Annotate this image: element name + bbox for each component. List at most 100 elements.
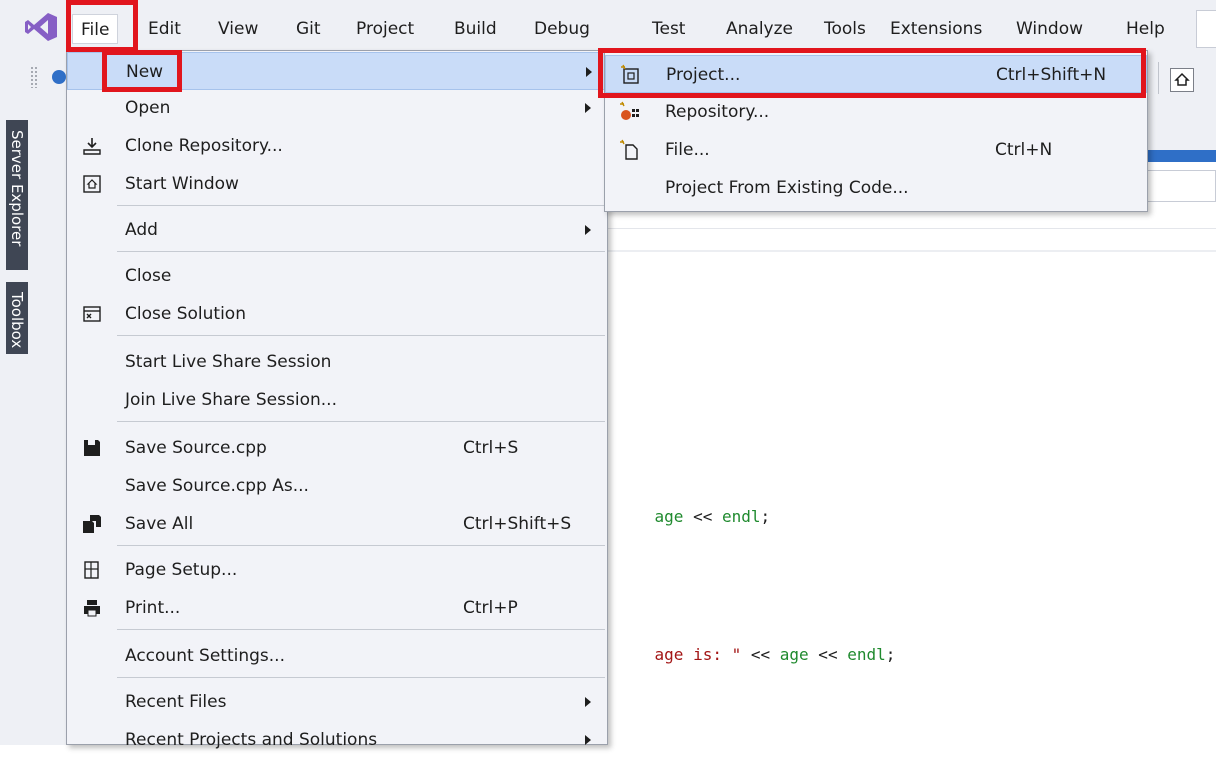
code-token: << xyxy=(808,645,848,664)
menu-window[interactable]: Window xyxy=(1008,14,1091,44)
menu-item-label: Repository... xyxy=(665,102,770,122)
menu-build-label: Build xyxy=(454,19,497,39)
menu-item-recent-projects[interactable]: Recent Projects and Solutions xyxy=(67,721,607,759)
close-solution-icon xyxy=(83,306,101,322)
menu-item-save-source[interactable]: Save Source.cpp Ctrl+S xyxy=(67,429,607,467)
menu-test[interactable]: Test xyxy=(644,14,693,44)
menu-item-add[interactable]: Add xyxy=(67,211,607,249)
code-line[interactable]: age is: " << age << endl; xyxy=(616,622,896,664)
code-token: age xyxy=(654,507,684,526)
menu-edit[interactable]: Edit xyxy=(140,14,189,44)
menu-item-label: Start Window xyxy=(125,174,239,194)
menu-debug-label: Debug xyxy=(534,19,590,39)
menu-tools-label: Tools xyxy=(824,19,866,39)
code-token: ; xyxy=(760,507,771,526)
menu-item-save-all[interactable]: Save All Ctrl+Shift+S xyxy=(67,505,607,543)
editor-divider xyxy=(606,250,1216,252)
menu-item-start-window[interactable]: Start Window xyxy=(67,165,607,203)
menu-item-page-setup[interactable]: Page Setup... xyxy=(67,551,607,589)
server-explorer-label[interactable]: Server Explorer xyxy=(6,120,28,270)
menu-item-label: Start Live Share Session xyxy=(125,352,332,372)
menu-item-new-repository[interactable]: Repository... xyxy=(605,93,1147,131)
page-setup-icon xyxy=(84,561,99,579)
annotation-highlight-project xyxy=(598,48,1146,98)
menu-item-label: Save Source.cpp xyxy=(125,438,267,458)
new-file-icon xyxy=(620,139,638,160)
menu-item-join-live-share[interactable]: Join Live Share Session... xyxy=(67,381,607,419)
menu-item-label: File... xyxy=(665,140,710,160)
menu-git[interactable]: Git xyxy=(288,14,329,44)
menu-item-label: Project From Existing Code... xyxy=(665,178,909,198)
menu-item-label: Save All xyxy=(125,514,194,534)
toolbar-grip-icon[interactable] xyxy=(30,66,38,88)
file-menu: New Open Clone Repository... Start Windo… xyxy=(66,50,608,750)
menu-item-new-file[interactable]: File... Ctrl+N xyxy=(605,131,1147,169)
menu-item-close[interactable]: Close xyxy=(67,257,607,295)
menu-project[interactable]: Project xyxy=(348,14,422,44)
submenu-arrow-icon xyxy=(585,697,591,707)
menu-item-recent-files[interactable]: Recent Files xyxy=(67,683,607,721)
code-line[interactable]: age << endl; xyxy=(616,484,771,526)
annotation-highlight-file xyxy=(66,0,138,52)
menu-item-clone-repository[interactable]: Clone Repository... xyxy=(67,127,607,165)
clone-download-icon xyxy=(83,138,101,155)
menu-separator xyxy=(117,205,605,206)
menu-item-close-solution[interactable]: Close Solution xyxy=(67,295,607,333)
start-window-icon xyxy=(83,175,101,193)
menu-item-account-settings[interactable]: Account Settings... xyxy=(67,637,607,675)
menu-item-label: Close Solution xyxy=(125,304,246,324)
submenu-arrow-icon xyxy=(585,735,591,745)
code-token: age xyxy=(779,645,809,664)
menu-help-label: Help xyxy=(1126,19,1165,39)
toolbar-separator xyxy=(1158,62,1159,94)
menu-item-label: Print... xyxy=(125,598,181,618)
menu-analyze-label: Analyze xyxy=(726,19,793,39)
menu-item-label: Clone Repository... xyxy=(125,136,283,156)
menu-extensions[interactable]: Extensions xyxy=(882,14,990,44)
menu-item-label: Page Setup... xyxy=(125,560,238,580)
navigation-dropdown[interactable] xyxy=(1146,170,1216,202)
menu-analyze[interactable]: Analyze xyxy=(718,14,801,44)
menu-edit-label: Edit xyxy=(148,19,181,39)
menu-item-print[interactable]: Print... Ctrl+P xyxy=(67,589,607,627)
repository-icon xyxy=(620,101,639,120)
menu-item-start-live-share[interactable]: Start Live Share Session xyxy=(67,343,607,381)
menu-build[interactable]: Build xyxy=(446,14,505,44)
menu-separator xyxy=(117,335,605,336)
menu-separator xyxy=(117,629,605,630)
menu-item-label: Account Settings... xyxy=(125,646,285,666)
search-box[interactable] xyxy=(1196,10,1216,48)
menu-item-save-source-as[interactable]: Save Source.cpp As... xyxy=(67,467,607,505)
visual-studio-logo-icon xyxy=(25,13,57,41)
menu-view[interactable]: View xyxy=(210,14,266,44)
menu-item-project-from-existing-code[interactable]: Project From Existing Code... xyxy=(605,169,1147,207)
start-window-toolbar-icon[interactable] xyxy=(1170,68,1194,92)
menu-item-label: Open xyxy=(125,98,171,118)
back-navigation-icon[interactable] xyxy=(52,70,66,84)
menu-debug[interactable]: Debug xyxy=(526,14,598,44)
save-all-icon xyxy=(83,515,101,533)
code-token: << xyxy=(683,507,722,526)
menu-item-shortcut: Ctrl+P xyxy=(463,598,518,618)
menu-item-shortcut: Ctrl+S xyxy=(463,438,519,458)
menu-extensions-label: Extensions xyxy=(890,19,983,39)
menu-tools[interactable]: Tools xyxy=(816,14,874,44)
menu-separator xyxy=(117,251,605,252)
editor-divider xyxy=(606,228,1216,229)
submenu-arrow-icon xyxy=(585,103,591,113)
menu-item-open[interactable]: Open xyxy=(67,89,607,127)
menu-separator xyxy=(117,545,605,546)
menu-project-label: Project xyxy=(356,19,415,39)
home-icon xyxy=(1174,72,1190,86)
menu-help[interactable]: Help xyxy=(1118,14,1173,44)
toolbox-label[interactable]: Toolbox xyxy=(6,282,28,354)
menu-item-shortcut: Ctrl+N xyxy=(995,140,1053,160)
menu-separator xyxy=(117,421,605,422)
code-token: << xyxy=(741,645,780,664)
menu-item-label: Join Live Share Session... xyxy=(125,390,337,410)
menu-item-label: Recent Files xyxy=(125,692,227,712)
menu-separator xyxy=(117,677,605,678)
menu-item-label: Recent Projects and Solutions xyxy=(125,730,378,750)
menu-test-label: Test xyxy=(652,19,686,39)
submenu-arrow-icon xyxy=(585,225,591,235)
